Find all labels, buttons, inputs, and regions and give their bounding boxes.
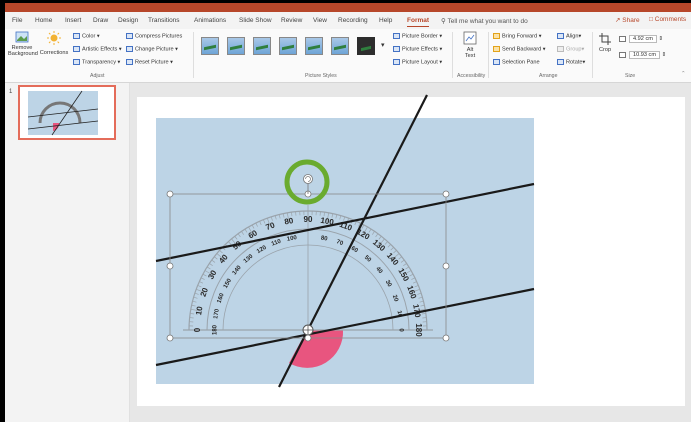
protractor-label: 180 xyxy=(414,323,423,337)
protractor-label: 0 xyxy=(193,327,202,332)
protractor-label: 180 xyxy=(213,324,219,335)
slide-picture-scene: 0102030405060708090100110120130140150160… xyxy=(155,94,535,388)
protractor-label: 90 xyxy=(304,215,313,224)
powerpoint-window: File Home Insert Draw Design Transitions… xyxy=(5,3,691,422)
rotate-handle-icon[interactable] xyxy=(303,174,313,184)
picture-background[interactable] xyxy=(156,118,534,384)
